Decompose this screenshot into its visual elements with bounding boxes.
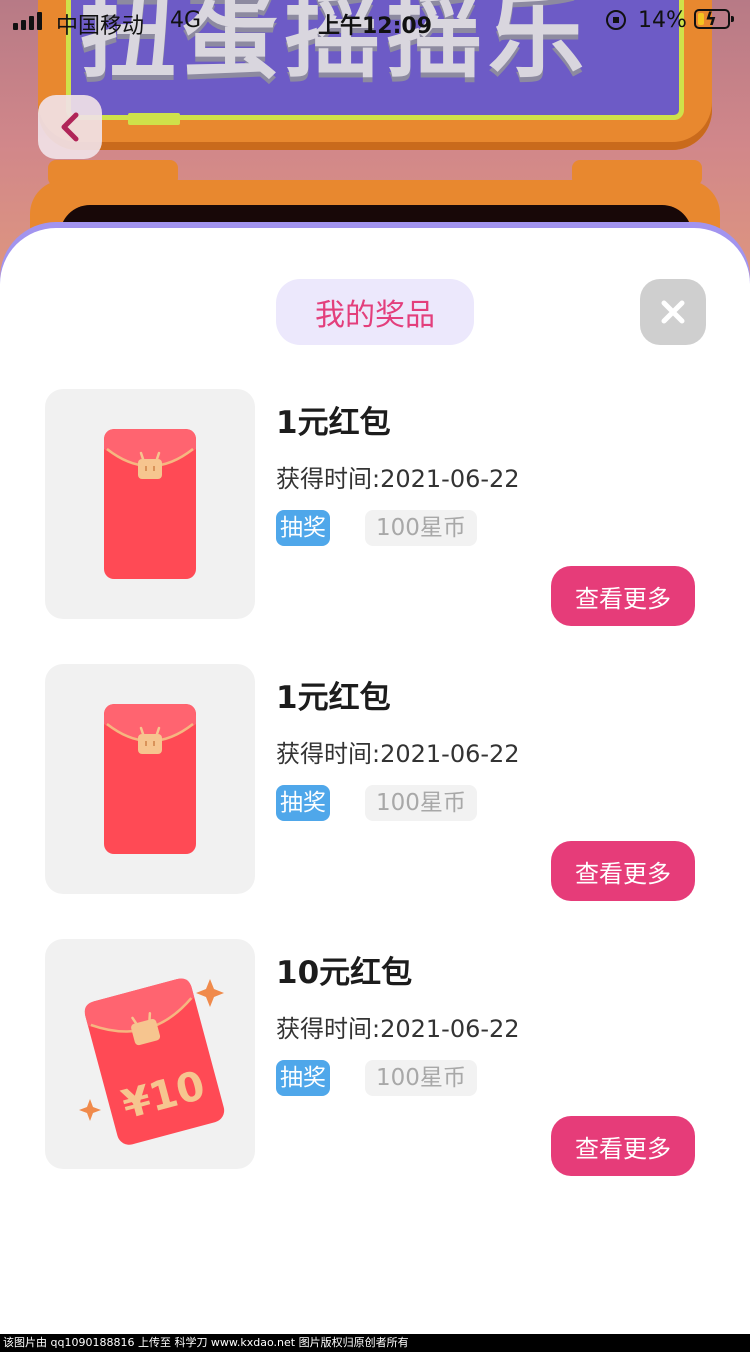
prize-name: 1元红包 — [276, 680, 391, 716]
prizes-modal: 我的奖品 1元红包 获得时间:2021-06-22 抽奖 100星币 查看更多 … — [0, 228, 750, 1334]
view-more-button[interactable]: 查看更多 — [551, 566, 695, 626]
close-icon — [661, 300, 685, 324]
carrier-name: 中国移动 — [56, 14, 145, 39]
network-type: 4G — [170, 8, 202, 33]
prize-image: ¥10 — [45, 939, 255, 1169]
source-tag: 抽奖 — [276, 510, 330, 546]
price-tag: 100星币 — [365, 510, 477, 546]
chevron-left-icon — [61, 112, 79, 142]
price-tag: 100星币 — [365, 785, 477, 821]
red-envelope-icon — [104, 429, 196, 579]
red-envelope-icon — [104, 704, 196, 854]
clock: 上午12:09 — [318, 14, 433, 39]
prize-item: ¥10 10元红包 获得时间:2021-06-22 抽奖 100星币 查看更多 — [0, 939, 750, 1176]
prize-name: 1元红包 — [276, 405, 391, 441]
status-bar: 中国移动 4G 上午12:09 14% ϟ — [0, 0, 750, 40]
view-more-button[interactable]: 查看更多 — [551, 841, 695, 901]
modal-title: 我的奖品 — [276, 279, 474, 345]
close-button[interactable] — [640, 279, 706, 345]
red-envelope-10-icon: ¥10 — [79, 978, 225, 1145]
prize-image — [45, 664, 255, 894]
source-tag: 抽奖 — [276, 785, 330, 821]
prize-image — [45, 389, 255, 619]
prize-date: 获得时间:2021-06-22 — [276, 465, 520, 493]
battery-percentage: 14% — [638, 8, 687, 33]
source-tag: 抽奖 — [276, 1060, 330, 1096]
rotation-lock-icon — [606, 10, 626, 30]
prize-item: 1元红包 获得时间:2021-06-22 抽奖 100星币 查看更多 — [0, 664, 750, 901]
prize-item: 1元红包 获得时间:2021-06-22 抽奖 100星币 查看更多 — [0, 389, 750, 626]
prize-date: 获得时间:2021-06-22 — [276, 740, 520, 768]
signal-icon — [13, 12, 42, 30]
price-tag: 100星币 — [365, 1060, 477, 1096]
prize-name: 10元红包 — [276, 955, 413, 991]
watermark-bar: 该图片由 qq1090188816 上传至 科学刀 www.kxdao.net … — [0, 1334, 750, 1352]
view-more-button[interactable]: 查看更多 — [551, 1116, 695, 1176]
machine-indicator-bar — [128, 113, 180, 125]
back-button[interactable] — [38, 95, 102, 159]
prize-date: 获得时间:2021-06-22 — [276, 1015, 520, 1043]
charging-icon: ϟ — [705, 9, 717, 30]
